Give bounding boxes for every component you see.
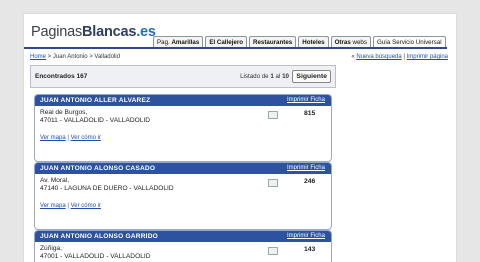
tab-label: Hoteles [302, 39, 325, 46]
print-card-link[interactable]: Imprimir Ficha [287, 165, 325, 171]
directions-link[interactable]: Ver cómo ir [71, 203, 101, 209]
logo-text-pre: Paginas [31, 24, 82, 40]
current-page: 1 [270, 73, 274, 80]
tab-label: Restaurantes [253, 39, 293, 46]
card-body: Real de Burgos, 47011 - VALLADOLID - VAL… [35, 106, 331, 145]
person-name: JUAN ANTONIO ALONSO GARRIDO [40, 233, 158, 240]
link-separator: | [67, 135, 69, 141]
city-line: 47001 - VALLADOLID - VALLADOLID [40, 253, 326, 261]
breadcrumb-item: Juan Antonio [52, 54, 88, 60]
logo-text-main: Blancas [82, 24, 137, 40]
card-body: Av. Moral, 47140 - LAGUNA DE DUERO - VAL… [35, 174, 331, 213]
print-page-link[interactable]: Imprimir página [407, 54, 448, 60]
card-links: Ver mapa | Ver cómo ir [40, 202, 326, 210]
person-name: JUAN ANTONIO ALONSO CASADO [40, 165, 156, 172]
listing-of: al [275, 73, 281, 80]
result-card: JUAN ANTONIO ALLER ALVAREZ Imprimir Fich… [34, 94, 332, 162]
speaker-icon[interactable] [268, 179, 278, 187]
street-address: Av. Moral, [40, 177, 70, 184]
total-pages: 10 [282, 73, 289, 80]
city-name: - VALLADOLID - VALLADOLID [59, 117, 150, 124]
found-count: Encontrados 167 [35, 73, 87, 80]
card-header: JUAN ANTONIO ALLER ALVAREZ Imprimir Fich… [35, 95, 331, 106]
city-line: 47140 - LAGUNA DE DUERO - VALLADOLID [40, 185, 326, 193]
found-label: Encontrados [35, 73, 75, 80]
postal-code: 47001 [40, 253, 59, 260]
phone-number: 815 [304, 110, 315, 118]
site-logo[interactable]: PaginasBlancas.es [31, 24, 156, 40]
page: PaginasBlancas.es Pag. Amarillas El Call… [24, 14, 456, 262]
next-button[interactable]: Siguiente [292, 70, 331, 83]
breadcrumb-separator: > [46, 54, 53, 60]
speaker-icon[interactable] [268, 247, 278, 255]
card-body: Zúñiga, 47001 - VALLADOLID - VALLADOLID … [35, 242, 331, 262]
phone-number: 246 [304, 178, 315, 186]
tab-label: Otras [334, 39, 351, 46]
tab-label: El Callejero [209, 39, 244, 46]
link-separator: | [67, 203, 69, 209]
tab-label: Amarillas [171, 39, 200, 46]
tab-prefix: Pag. [157, 39, 172, 46]
city-line: 47011 - VALLADOLID - VALLADOLID [40, 117, 326, 125]
result-card: JUAN ANTONIO ALONSO CASADO Imprimir Fich… [34, 162, 332, 230]
print-card-link[interactable]: Imprimir Ficha [287, 233, 325, 239]
found-number: 167 [76, 73, 88, 80]
city-name: - VALLADOLID - VALLADOLID [60, 253, 151, 260]
person-name: JUAN ANTONIO ALLER ALVAREZ [40, 97, 151, 104]
breadcrumb-item: Valladolid [94, 54, 120, 60]
new-search-link[interactable]: Nueva búsqueda [356, 54, 401, 60]
nav-bar [24, 47, 447, 49]
street-address: Zúñiga, [40, 245, 62, 252]
results-bar: Encontrados 167 Listado de 1 al 10 Sigui… [30, 65, 336, 88]
phone-number: 143 [304, 246, 315, 254]
phone-digits: 815 [304, 110, 316, 117]
speaker-icon[interactable] [268, 111, 278, 119]
top-links: « Nueva búsqueda | Imprimir página [351, 54, 448, 60]
street-address: Real de Burgos, [40, 109, 88, 116]
tab-label: Guía Servicio Universal [376, 39, 442, 46]
breadcrumb: Home > Juan Antonio > Valladolid [30, 54, 120, 60]
result-card: JUAN ANTONIO ALONSO GARRIDO Imprimir Fic… [34, 230, 332, 262]
card-links: Ver mapa | Ver cómo ir [40, 134, 326, 142]
listing-text: Listado de [240, 73, 269, 80]
postal-code: 47140 [40, 185, 59, 192]
card-header: JUAN ANTONIO ALONSO CASADO Imprimir Fich… [35, 163, 331, 174]
listing-info: Listado de 1 al 10 [240, 73, 289, 80]
card-header: JUAN ANTONIO ALONSO GARRIDO Imprimir Fic… [35, 231, 331, 242]
view-map-link[interactable]: Ver mapa [40, 203, 66, 209]
tab-suffix: webs [350, 39, 367, 46]
print-card-link[interactable]: Imprimir Ficha [287, 97, 325, 103]
postal-code: 47011 [40, 117, 58, 124]
phone-digits: 143 [304, 246, 316, 253]
phone-digits: 246 [304, 178, 316, 185]
breadcrumb-home-link[interactable]: Home [30, 54, 46, 60]
directions-link[interactable]: Ver cómo ir [71, 135, 101, 141]
view-map-link[interactable]: Ver mapa [40, 135, 66, 141]
city-name: - LAGUNA DE DUERO - VALLADOLID [60, 185, 174, 192]
